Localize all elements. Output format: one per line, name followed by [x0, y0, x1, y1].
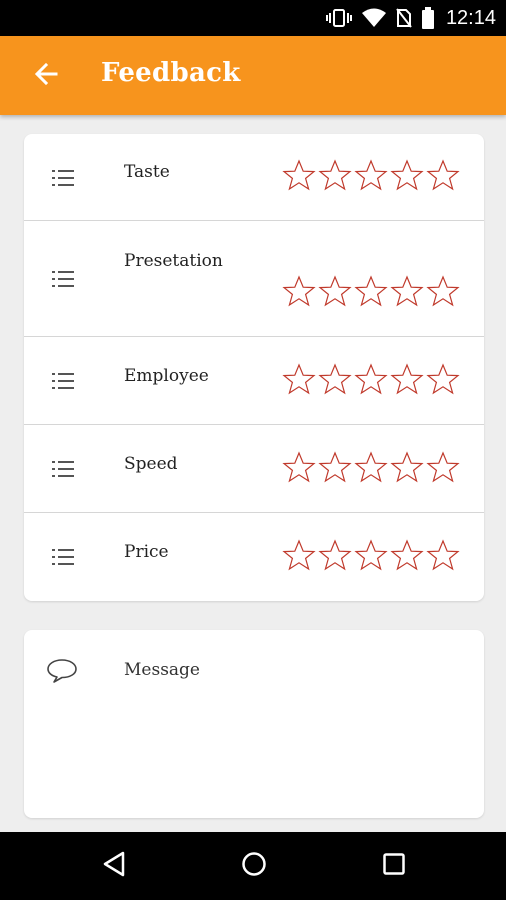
vibrate-icon: [325, 8, 352, 28]
star-rating[interactable]: [282, 539, 460, 571]
star-icon[interactable]: [318, 363, 352, 395]
rating-label: Speed: [124, 454, 178, 474]
message-card: [24, 630, 484, 818]
no-sim-icon: [396, 8, 412, 28]
rating-row-taste: Taste: [24, 134, 484, 221]
back-button[interactable]: [26, 56, 66, 96]
navigation-bar: [0, 832, 506, 900]
star-icon[interactable]: [426, 275, 460, 307]
star-icon[interactable]: [282, 451, 316, 483]
list-icon: [52, 461, 74, 477]
page-title: Feedback: [101, 58, 241, 88]
star-rating[interactable]: [282, 363, 460, 395]
rating-label: Presetation: [124, 251, 223, 271]
arrow-left-icon: [34, 62, 58, 89]
list-icon: [52, 271, 74, 287]
list-icon: [52, 373, 74, 389]
status-time: 12:14: [445, 6, 496, 29]
star-icon[interactable]: [426, 451, 460, 483]
star-icon[interactable]: [318, 539, 352, 571]
rating-label: Taste: [124, 162, 170, 182]
app-bar: Feedback: [0, 36, 506, 115]
star-icon[interactable]: [354, 451, 388, 483]
star-icon[interactable]: [354, 539, 388, 571]
star-icon[interactable]: [354, 363, 388, 395]
rating-row-presentation: Presetation: [24, 221, 484, 337]
star-rating[interactable]: [282, 159, 460, 191]
rating-row-employee: Employee: [24, 337, 484, 425]
star-icon[interactable]: [390, 363, 424, 395]
wifi-icon: [361, 8, 386, 28]
rating-row-speed: Speed: [24, 425, 484, 513]
star-rating[interactable]: [282, 275, 460, 307]
message-input[interactable]: [124, 660, 464, 800]
star-icon[interactable]: [390, 539, 424, 571]
star-icon[interactable]: [318, 275, 352, 307]
rating-label: Price: [124, 542, 169, 562]
battery-icon: [421, 7, 434, 29]
star-icon[interactable]: [282, 363, 316, 395]
star-icon[interactable]: [390, 275, 424, 307]
star-icon[interactable]: [354, 275, 388, 307]
nav-recents-button[interactable]: [374, 848, 414, 884]
back-triangle-icon: [102, 851, 126, 881]
rating-label: Employee: [124, 366, 209, 386]
star-icon[interactable]: [318, 159, 352, 191]
star-icon[interactable]: [390, 159, 424, 191]
list-icon: [52, 549, 74, 565]
rating-row-price: Price: [24, 513, 484, 601]
star-icon[interactable]: [426, 159, 460, 191]
star-icon[interactable]: [390, 451, 424, 483]
nav-back-button[interactable]: [94, 848, 134, 884]
rating-card: Taste Presetation Employee Speed Price: [24, 134, 484, 601]
star-icon[interactable]: [282, 539, 316, 571]
star-icon[interactable]: [354, 159, 388, 191]
nav-home-button[interactable]: [234, 848, 274, 884]
star-icon[interactable]: [426, 363, 460, 395]
star-icon[interactable]: [318, 451, 352, 483]
star-icon[interactable]: [426, 539, 460, 571]
star-icon[interactable]: [282, 275, 316, 307]
star-rating[interactable]: [282, 451, 460, 483]
status-bar: 12:14: [0, 0, 506, 36]
home-circle-icon: [241, 851, 267, 881]
recents-square-icon: [382, 852, 406, 880]
chat-bubble-icon: [47, 659, 77, 683]
star-icon[interactable]: [282, 159, 316, 191]
list-icon: [52, 170, 74, 186]
